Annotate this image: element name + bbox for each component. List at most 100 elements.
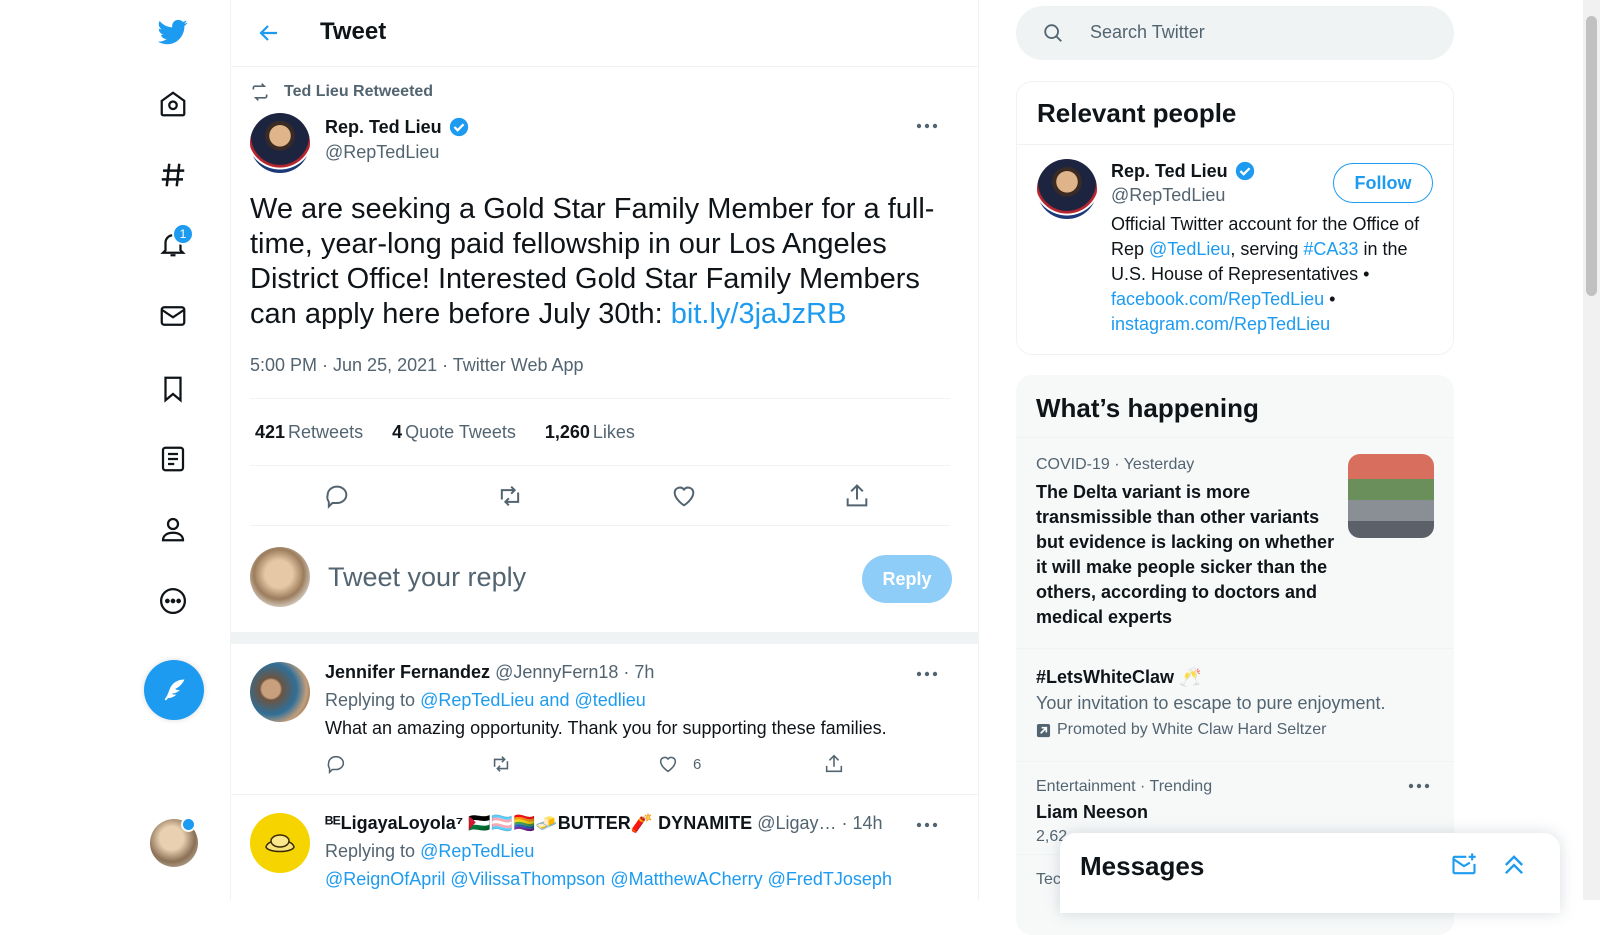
reply-tweet[interactable]: ᴮᴱLigayaLoyola⁷ 🇵🇸🏳️‍⚧️🏳️‍🌈🧈BUTTER🧨 DYNA… bbox=[230, 795, 978, 900]
page-title: Tweet bbox=[320, 18, 387, 45]
likes-label: Likes bbox=[592, 421, 635, 442]
divider bbox=[1017, 144, 1453, 145]
reply-avatar[interactable] bbox=[250, 813, 310, 873]
trend-thumbnail[interactable] bbox=[1348, 454, 1434, 538]
reply-author-name[interactable]: Jennifer Fernandez bbox=[325, 662, 490, 682]
twitter-logo-icon[interactable] bbox=[148, 7, 198, 57]
reply-more-icon[interactable] bbox=[912, 815, 942, 835]
tweet-timestamp[interactable]: 5:00 PM · Jun 25, 2021 · Twitter Web App bbox=[250, 355, 584, 376]
replying-to: Replying to @RepTedLieu and @tedlieu bbox=[325, 690, 646, 711]
person-name[interactable]: Rep. Ted Lieu bbox=[1111, 160, 1256, 182]
likes-stat[interactable]: 1,260 Likes bbox=[540, 422, 635, 443]
expand-chevron-up-icon[interactable] bbox=[1500, 851, 1528, 879]
reply-avatar[interactable] bbox=[250, 662, 310, 722]
trend-item[interactable]: COVID-19 · Yesterday The Delta variant i… bbox=[1016, 437, 1454, 648]
reply-retweet-icon[interactable] bbox=[490, 752, 512, 776]
person-avatar[interactable] bbox=[1037, 159, 1097, 219]
reply-button[interactable]: Reply bbox=[862, 555, 952, 603]
retweeted-by-label[interactable]: Ted Lieu Retweeted bbox=[284, 83, 433, 101]
reply-time[interactable]: · 14h bbox=[842, 813, 883, 833]
share-icon[interactable] bbox=[843, 482, 871, 510]
reply-author-handle[interactable]: @Ligay… bbox=[757, 813, 836, 833]
bio-mention-link[interactable]: @TedLieu bbox=[1149, 239, 1230, 259]
reply-more-icon[interactable] bbox=[912, 664, 942, 684]
quote-tweets-stat[interactable]: 4 Quote Tweets bbox=[387, 422, 516, 443]
retweets-stat[interactable]: 421 Retweets bbox=[250, 422, 363, 443]
reply-reply-icon[interactable] bbox=[325, 752, 347, 776]
reply-time[interactable]: · 7h bbox=[623, 662, 654, 682]
like-heart-icon[interactable] bbox=[670, 482, 698, 510]
quotes-label: Quote Tweets bbox=[405, 421, 516, 442]
reply-share-icon[interactable] bbox=[823, 752, 845, 776]
promoted-trend-item[interactable]: #LetsWhiteClaw 🥂 Your invitation to esca… bbox=[1016, 648, 1454, 761]
home-icon[interactable] bbox=[148, 79, 198, 129]
tweet-more-icon[interactable] bbox=[912, 116, 942, 136]
promoted-label: Promoted by White Claw Hard Seltzer bbox=[1036, 721, 1326, 739]
account-status-dot bbox=[181, 817, 196, 832]
trend-description: Your invitation to escape to pure enjoym… bbox=[1036, 693, 1386, 713]
reply-tweet[interactable]: Jennifer Fernandez @JennyFern18 · 7h Rep… bbox=[230, 644, 978, 795]
quotes-count: 4 bbox=[392, 421, 403, 442]
main-column: Tweet Ted Lieu Retweeted Rep. Ted Lieu @… bbox=[230, 0, 979, 900]
trend-more-icon[interactable] bbox=[1404, 776, 1434, 796]
trend-meta: Tec bbox=[1036, 871, 1061, 888]
messages-envelope-icon[interactable] bbox=[148, 291, 198, 341]
replying-label: Replying to bbox=[325, 690, 416, 710]
lists-icon[interactable] bbox=[148, 434, 198, 484]
reply-icon[interactable] bbox=[323, 482, 351, 510]
notifications-bell-icon[interactable]: 1 bbox=[148, 219, 198, 269]
page-header: Tweet bbox=[230, 0, 978, 67]
reply-author-handle[interactable]: @JennyFern18 bbox=[495, 662, 618, 682]
follow-button[interactable]: Follow bbox=[1333, 163, 1433, 203]
explore-hashtag-icon[interactable] bbox=[148, 150, 198, 200]
author-avatar[interactable] bbox=[250, 113, 310, 173]
trend-meta: Entertainment · Trending bbox=[1036, 778, 1213, 795]
verified-badge-icon bbox=[1235, 161, 1254, 181]
compose-tweet-button[interactable] bbox=[144, 660, 204, 720]
retweet-action-icon[interactable] bbox=[496, 482, 524, 510]
reply-text[interactable]: @ReignOfApril @VilissaThompson @MatthewA… bbox=[325, 869, 892, 890]
replying-to-users[interactable]: @RepTedLieu bbox=[420, 841, 534, 861]
replying-label: Replying to bbox=[325, 841, 416, 861]
retweet-icon bbox=[252, 83, 268, 101]
scrollbar-thumb[interactable] bbox=[1586, 16, 1597, 296]
reply-composer: Tweet your reply Reply bbox=[230, 526, 978, 630]
tweet-link[interactable]: bit.ly/3jaJzRB bbox=[671, 298, 847, 330]
back-arrow-icon[interactable] bbox=[252, 16, 286, 50]
new-message-icon[interactable] bbox=[1450, 851, 1478, 879]
tweet-text: We are seeking a Gold Star Family Member… bbox=[250, 192, 950, 332]
trend-headline: The Delta variant is more transmissible … bbox=[1036, 482, 1335, 627]
replying-to: Replying to @RepTedLieu bbox=[325, 841, 534, 862]
replying-to-users[interactable]: @RepTedLieu and @tedlieu bbox=[420, 690, 646, 710]
author-handle[interactable]: @RepTedLieu bbox=[325, 142, 439, 163]
reply-author-name[interactable]: ᴮᴱLigayaLoyola⁷ 🇵🇸🏳️‍⚧️🏳️‍🌈🧈BUTTER🧨 DYNA… bbox=[325, 813, 752, 833]
more-options-icon[interactable] bbox=[148, 576, 198, 626]
author-name-text[interactable]: Rep. Ted Lieu bbox=[325, 117, 442, 138]
bio-instagram-link[interactable]: instagram.com/RepTedLieu bbox=[1111, 314, 1330, 334]
profile-icon[interactable] bbox=[148, 504, 198, 554]
notifications-badge: 1 bbox=[172, 223, 194, 245]
person-handle[interactable]: @RepTedLieu bbox=[1111, 185, 1225, 206]
search-icon bbox=[1044, 24, 1062, 42]
section-separator bbox=[230, 632, 978, 644]
reply-input[interactable]: Tweet your reply bbox=[328, 562, 526, 593]
search-bar[interactable] bbox=[1016, 6, 1454, 60]
messages-drawer[interactable]: Messages bbox=[1060, 833, 1560, 913]
whats-happening-title: What’s happening bbox=[1036, 393, 1259, 423]
search-input[interactable] bbox=[1088, 21, 1432, 44]
scrollbar[interactable] bbox=[1583, 0, 1600, 900]
bookmarks-icon[interactable] bbox=[148, 364, 198, 414]
retweets-label: Retweets bbox=[288, 421, 364, 442]
messages-title: Messages bbox=[1080, 851, 1205, 881]
verified-badge-icon bbox=[449, 117, 468, 137]
reply-like-icon[interactable]: 6 bbox=[657, 752, 701, 776]
reply-header: Jennifer Fernandez @JennyFern18 · 7h bbox=[325, 662, 654, 683]
tweet-actions bbox=[250, 465, 950, 526]
author-name[interactable]: Rep. Ted Lieu bbox=[325, 116, 470, 138]
bio-hashtag-link[interactable]: #CA33 bbox=[1303, 239, 1358, 259]
person-name-text[interactable]: Rep. Ted Lieu bbox=[1111, 161, 1228, 182]
account-avatar[interactable] bbox=[150, 817, 198, 867]
promoted-by-text: Promoted by White Claw Hard Seltzer bbox=[1057, 721, 1327, 738]
reply-text: What an amazing opportunity. Thank you f… bbox=[325, 718, 887, 738]
bio-facebook-link[interactable]: facebook.com/RepTedLieu bbox=[1111, 289, 1324, 309]
